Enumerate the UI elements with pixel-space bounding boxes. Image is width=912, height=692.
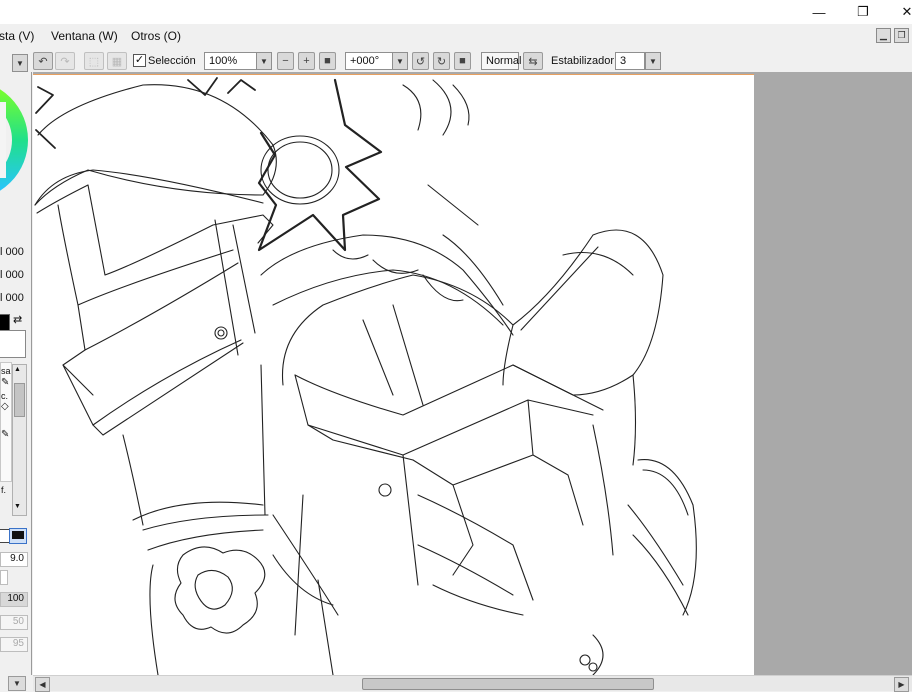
minimize-icon: — bbox=[812, 4, 826, 20]
left-panel: l 000 l 000 l 000 ⇄ sa ✎ c. ◇ ✎ f. ▲ ▼ 9… bbox=[0, 72, 32, 675]
mdi-minimize-button[interactable]: ▁ bbox=[876, 28, 891, 43]
selection-checkbox[interactable]: ✓ bbox=[133, 54, 146, 67]
canvas-area[interactable] bbox=[33, 72, 912, 675]
minimize-button[interactable]: — bbox=[796, 0, 842, 24]
title-bar: — ❐ ✕ bbox=[0, 0, 912, 24]
invert-selection-button[interactable]: ▦ bbox=[107, 52, 127, 70]
square-icon: ■ bbox=[459, 55, 466, 67]
stabilizer-label: Estabilizador bbox=[551, 55, 614, 67]
zoom-field[interactable]: 100% bbox=[204, 52, 258, 70]
rotate-right-icon: ↻ bbox=[436, 55, 447, 68]
rotate-right-button[interactable]: ↻ bbox=[433, 52, 450, 70]
deselect-button[interactable]: ⬚ bbox=[84, 52, 104, 70]
restore-button[interactable]: ❐ bbox=[840, 0, 886, 24]
square-icon: ■ bbox=[324, 55, 331, 67]
chevron-down-icon: ▼ bbox=[396, 56, 404, 66]
flip-horizontal-icon: ⇆ bbox=[528, 55, 538, 68]
brush-size-field[interactable]: 9.0 bbox=[0, 552, 28, 567]
tool-list[interactable]: sa ✎ c. ◇ ✎ f. bbox=[0, 362, 12, 495]
undo-icon: ↶ bbox=[38, 55, 48, 68]
redo-button[interactable]: ↷ bbox=[55, 52, 75, 70]
chevron-left-icon: ◀ bbox=[39, 680, 46, 689]
minus-icon: − bbox=[282, 55, 289, 67]
tool-label-3: f. bbox=[1, 485, 7, 495]
toolbar: ▼ ↶ ↷ ⬚ ▦ ✓ Selección 100% ▼ − + ■ +000°… bbox=[0, 48, 912, 72]
redo-icon: ↷ bbox=[60, 55, 70, 68]
red-value: 000 bbox=[5, 246, 24, 258]
rotate-left-icon: ↺ bbox=[415, 55, 426, 68]
brush-size-dropdown[interactable] bbox=[0, 570, 8, 585]
menu-bar: sta (V) Ventana (W) Otros (O) bbox=[0, 24, 912, 48]
color-slider-b[interactable]: l 000 bbox=[0, 292, 31, 304]
restore-icon: ❐ bbox=[897, 30, 906, 40]
selection-label: Selección bbox=[148, 55, 196, 67]
menu-ventana[interactable]: Ventana (W) bbox=[51, 29, 118, 43]
horizontal-scroll-thumb[interactable] bbox=[362, 678, 654, 690]
stabilizer-field[interactable]: 3 bbox=[615, 52, 645, 70]
panel-dropdown-button[interactable]: ▼ bbox=[12, 54, 28, 72]
zoom-in-button[interactable]: + bbox=[298, 52, 315, 70]
zoom-reset-button[interactable]: ■ bbox=[319, 52, 336, 70]
color-slider-g[interactable]: l 000 bbox=[0, 269, 31, 281]
background-color-swatch[interactable] bbox=[0, 330, 26, 358]
plus-icon: + bbox=[303, 55, 310, 67]
color-slider-r[interactable]: l 000 bbox=[0, 246, 31, 258]
bottom-panel-dropdown[interactable]: ▼ bbox=[8, 676, 26, 691]
chevron-down-icon: ▼ bbox=[16, 58, 24, 68]
zoom-dropdown-button[interactable]: ▼ bbox=[256, 52, 272, 70]
flip-horizontal-button[interactable]: ⇆ bbox=[523, 52, 543, 70]
brush-shape-2[interactable] bbox=[9, 528, 27, 544]
rotate-left-button[interactable]: ↺ bbox=[412, 52, 429, 70]
blue-value: 000 bbox=[5, 292, 24, 304]
restore-icon: ❐ bbox=[857, 4, 869, 19]
chevron-down-icon: ▼ bbox=[649, 56, 657, 66]
scroll-up-icon: ▲ bbox=[14, 366, 21, 373]
rotation-reset-button[interactable]: ■ bbox=[454, 52, 471, 70]
undo-button[interactable]: ↶ bbox=[33, 52, 53, 70]
disabled-field-1: 50 bbox=[0, 615, 28, 630]
scroll-thumb[interactable] bbox=[14, 383, 25, 417]
blend-mode-button[interactable]: Normal bbox=[481, 52, 521, 70]
mdi-restore-button[interactable]: ❐ bbox=[894, 28, 909, 43]
tool-list-scrollbar[interactable]: ▲ ▼ bbox=[12, 364, 27, 516]
pen-icon: ✎ bbox=[1, 377, 10, 388]
swap-colors-icon[interactable]: ⇄ bbox=[13, 313, 22, 326]
pencil-icon: ✎ bbox=[1, 429, 10, 440]
close-button[interactable]: ✕ bbox=[884, 0, 912, 24]
horizontal-scrollbar[interactable]: ◀ ▶ bbox=[33, 675, 912, 692]
stabilizer-dropdown-button[interactable]: ▼ bbox=[645, 52, 661, 70]
canvas-paper[interactable] bbox=[33, 74, 754, 675]
color-wheel[interactable] bbox=[0, 72, 32, 232]
menu-otros[interactable]: Otros (O) bbox=[131, 29, 181, 43]
chevron-down-icon: ▼ bbox=[260, 56, 268, 66]
green-value: 000 bbox=[5, 269, 24, 281]
checkmark-icon: ✓ bbox=[134, 54, 145, 66]
line-art-drawing bbox=[34, 77, 697, 675]
scroll-right-button[interactable]: ▶ bbox=[894, 677, 909, 692]
eraser-icon: ◇ bbox=[1, 401, 9, 412]
scroll-down-icon: ▼ bbox=[14, 503, 21, 510]
invert-selection-icon: ▦ bbox=[111, 55, 123, 68]
tool-label-1: sa bbox=[1, 366, 11, 376]
rotation-field[interactable]: +000° bbox=[345, 52, 393, 70]
disabled-field-2: 95 bbox=[0, 637, 28, 652]
tool-label-2: c. bbox=[1, 391, 9, 401]
zoom-out-button[interactable]: − bbox=[277, 52, 294, 70]
deselect-icon: ⬚ bbox=[88, 55, 100, 68]
chevron-right-icon: ▶ bbox=[898, 680, 905, 689]
scroll-left-button[interactable]: ◀ bbox=[35, 677, 50, 692]
chevron-down-icon: ▼ bbox=[13, 679, 21, 688]
minimize-icon: ▁ bbox=[880, 30, 887, 40]
density-field[interactable]: 100 bbox=[0, 592, 28, 607]
menu-vista[interactable]: sta (V) bbox=[0, 29, 34, 43]
close-icon: ✕ bbox=[901, 4, 912, 19]
rotation-dropdown-button[interactable]: ▼ bbox=[392, 52, 408, 70]
